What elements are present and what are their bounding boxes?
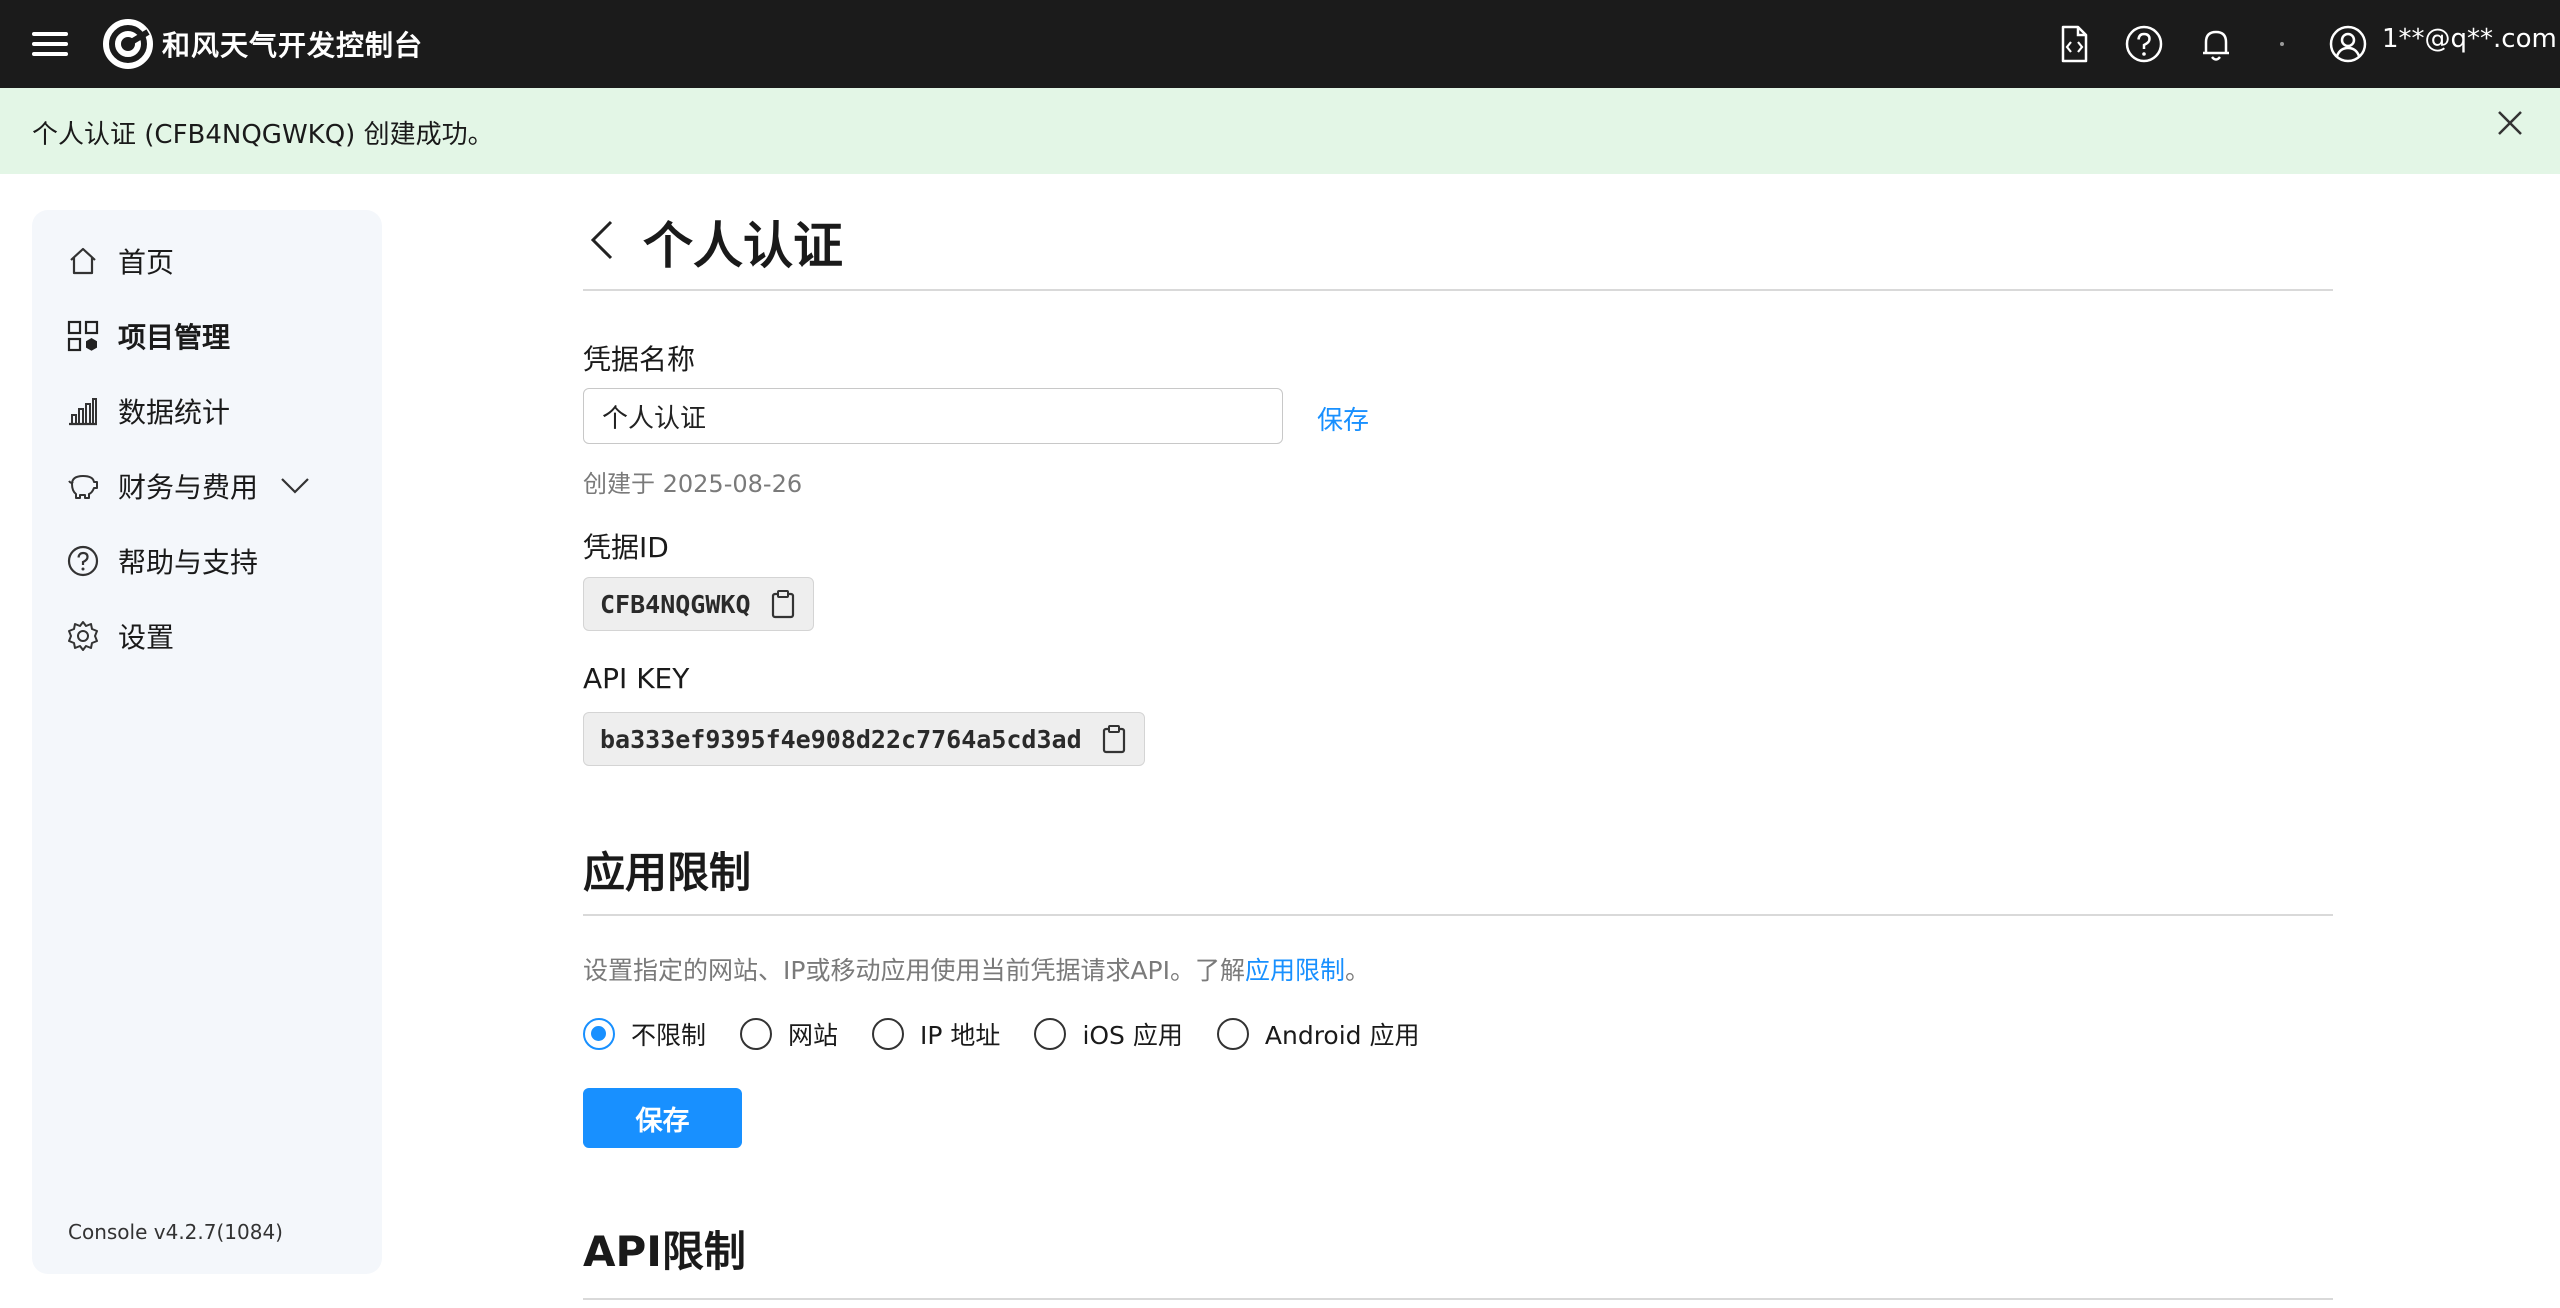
- clipboard-icon[interactable]: [769, 589, 797, 619]
- sidebar-item-stats[interactable]: 数据统计: [66, 383, 230, 439]
- radio-label: 不限制: [631, 1021, 707, 1050]
- api-limit-title: API限制: [583, 1227, 746, 1276]
- api-key-box: ba333ef9395f4e908d22c7764a5cd3ad: [583, 712, 1145, 766]
- radio-button[interactable]: [1216, 1018, 1249, 1050]
- top-bar: 和风天气开发控制台 1**@q**.com: [0, 0, 2560, 88]
- api-key-label: API KEY: [583, 662, 690, 695]
- desc-text: 设置指定的网站、IP或移动应用使用当前凭据请求API。了解: [583, 956, 1246, 985]
- clipboard-icon[interactable]: [1100, 724, 1128, 754]
- user-icon[interactable]: [2326, 22, 2370, 66]
- alert-message: 个人认证 (CFB4NQGWKQ) 创建成功。: [32, 120, 494, 150]
- success-alert: 个人认证 (CFB4NQGWKQ) 创建成功。: [0, 88, 2560, 174]
- menu-icon[interactable]: [30, 26, 70, 62]
- app-title: 和风天气开发控制台: [162, 29, 424, 62]
- grid-icon: [67, 320, 99, 352]
- credential-id-value: CFB4NQGWKQ: [600, 589, 751, 619]
- dot-icon: [2280, 42, 2284, 46]
- app-limit-options: 不限制 网站 IP 地址 iOS 应用 Android 应用: [583, 1016, 1454, 1052]
- bar-chart-icon: [69, 398, 97, 426]
- api-key-value: ba333ef9395f4e908d22c7764a5cd3ad: [600, 724, 1082, 754]
- sidebar-item-home[interactable]: 首页: [66, 233, 174, 289]
- radio-button-checked[interactable]: [583, 1018, 615, 1050]
- credential-name-input[interactable]: [583, 388, 1283, 444]
- desc-suffix: 。: [1345, 956, 1371, 985]
- radio-ios-app[interactable]: iOS 应用: [1034, 1016, 1183, 1052]
- brand[interactable]: 和风天气开发控制台: [102, 18, 423, 70]
- user-email[interactable]: 1**@q**.com: [2382, 24, 2557, 54]
- radio-button[interactable]: [1034, 1018, 1067, 1050]
- sidebar-item-label: 帮助与支持: [118, 546, 259, 579]
- divider: [583, 1298, 2333, 1300]
- radio-website[interactable]: 网站: [740, 1016, 838, 1052]
- sidebar: 首页 项目管理 数据统计 财务与费用 帮助与支持 设置 Console v4.2…: [32, 210, 382, 1274]
- logo-icon: [103, 19, 153, 69]
- console-version: Console v4.2.7(1084): [68, 1220, 283, 1244]
- close-icon[interactable]: [2495, 108, 2525, 138]
- app-limit-doc-link[interactable]: 应用限制: [1245, 956, 1345, 985]
- sidebar-item-label: 设置: [118, 621, 175, 654]
- radio-unrestricted[interactable]: 不限制: [583, 1016, 706, 1052]
- save-button[interactable]: 保存: [583, 1088, 742, 1148]
- credential-id-box: CFB4NQGWKQ: [583, 577, 814, 631]
- help-circle-icon: [67, 545, 99, 577]
- sidebar-item-label: 首页: [118, 246, 175, 279]
- radio-android-app[interactable]: Android 应用: [1216, 1016, 1420, 1052]
- page-title: 个人认证: [643, 217, 843, 275]
- radio-button[interactable]: [872, 1018, 905, 1050]
- radio-button[interactable]: [740, 1018, 773, 1050]
- piggy-bank-icon: [68, 475, 98, 499]
- created-date: 创建于 2025-08-26: [583, 470, 803, 498]
- home-icon: [70, 247, 96, 275]
- chevron-down-icon[interactable]: [278, 469, 312, 503]
- code-doc-icon[interactable]: [2052, 22, 2096, 66]
- sidebar-item-label: 财务与费用: [118, 471, 259, 504]
- app-limit-description: 设置指定的网站、IP或移动应用使用当前凭据请求API。了解应用限制。: [583, 951, 1370, 987]
- divider: [583, 914, 2333, 916]
- save-name-link[interactable]: 保存: [1317, 400, 1369, 437]
- radio-ip-address[interactable]: IP 地址: [872, 1016, 1000, 1052]
- app-limit-title: 应用限制: [583, 848, 752, 897]
- sidebar-item-finance[interactable]: 财务与费用: [66, 458, 312, 514]
- sidebar-item-help[interactable]: 帮助与支持: [66, 533, 258, 589]
- sidebar-item-projects[interactable]: 项目管理: [66, 308, 230, 364]
- divider: [583, 289, 2333, 291]
- sidebar-item-settings[interactable]: 设置: [66, 608, 174, 664]
- radio-label: IP 地址: [920, 1021, 1001, 1050]
- sidebar-item-label: 数据统计: [118, 396, 231, 429]
- credential-id-label: 凭据ID: [583, 531, 669, 564]
- bell-icon[interactable]: [2194, 22, 2238, 66]
- sidebar-item-label: 项目管理: [118, 321, 231, 354]
- back-arrow-icon[interactable]: [583, 214, 623, 266]
- credential-name-label: 凭据名称: [583, 343, 696, 376]
- radio-label: iOS 应用: [1082, 1021, 1183, 1050]
- help-icon[interactable]: [2122, 22, 2166, 66]
- gear-icon: [68, 621, 98, 651]
- radio-label: 网站: [788, 1021, 839, 1050]
- radio-label: Android 应用: [1264, 1021, 1420, 1050]
